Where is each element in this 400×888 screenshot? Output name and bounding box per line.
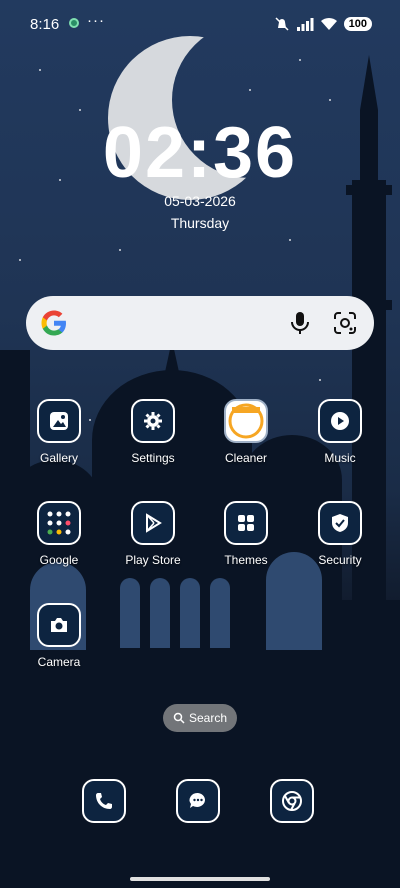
- app-security[interactable]: Security: [294, 501, 386, 567]
- app-label: Gallery: [39, 451, 78, 465]
- app-settings[interactable]: Settings: [107, 399, 199, 465]
- app-camera[interactable]: Camera: [13, 603, 105, 669]
- signal-icon: [296, 18, 314, 31]
- app-play-store[interactable]: Play Store: [107, 501, 199, 567]
- mic-icon[interactable]: [288, 310, 312, 336]
- app-label: Security: [318, 553, 362, 567]
- app-label: Settings: [131, 451, 175, 465]
- google-search-bar[interactable]: [26, 296, 374, 350]
- dock-messages[interactable]: [176, 779, 220, 823]
- clock-time[interactable]: 02:36: [0, 112, 400, 194]
- dock-phone[interactable]: [82, 779, 126, 823]
- app-search-button[interactable]: Search: [163, 704, 237, 732]
- phone-icon: [96, 793, 112, 809]
- status-bar: 8:16 ··· 100: [0, 0, 400, 48]
- camera-icon: [37, 603, 81, 647]
- notification-dot-icon: [69, 18, 79, 28]
- shield-icon: [318, 501, 362, 545]
- play-store-icon: [131, 501, 175, 545]
- app-label: Themes: [224, 553, 268, 567]
- chrome-icon: [282, 791, 302, 811]
- gear-icon: [131, 399, 175, 443]
- app-label: Play Store: [125, 553, 181, 567]
- status-time: 8:16: [30, 16, 60, 33]
- search-icon: [173, 712, 185, 724]
- play-icon: [318, 399, 362, 443]
- app-themes[interactable]: Themes: [200, 501, 292, 567]
- app-cleaner[interactable]: Cleaner: [200, 399, 292, 465]
- more-notifications-icon: ···: [87, 12, 105, 29]
- chat-icon: [189, 792, 206, 808]
- google-g-icon: [41, 310, 66, 336]
- app-google-folder[interactable]: Google: [13, 501, 105, 567]
- search-pill-label: Search: [188, 711, 228, 725]
- wifi-icon: [320, 17, 337, 30]
- gallery-icon: [37, 399, 81, 443]
- status-icons: 100: [274, 16, 372, 32]
- cleaner-icon: [224, 399, 268, 443]
- clock-date: 05-03-2026: [164, 193, 236, 209]
- lens-icon[interactable]: [332, 310, 358, 336]
- home-indicator[interactable]: [130, 877, 270, 881]
- app-gallery[interactable]: Gallery: [13, 399, 105, 465]
- app-label: Cleaner: [224, 451, 268, 465]
- grid-icon: [224, 501, 268, 545]
- clock-day: Thursday: [170, 215, 230, 231]
- app-label: Google: [39, 553, 79, 567]
- app-label: Music: [324, 451, 356, 465]
- dock-chrome[interactable]: [270, 779, 314, 823]
- mute-icon: [275, 17, 289, 31]
- folder-icon: [37, 501, 81, 545]
- app-music[interactable]: Music: [294, 399, 386, 465]
- app-label: Camera: [37, 655, 81, 669]
- battery-indicator: 100: [343, 17, 372, 31]
